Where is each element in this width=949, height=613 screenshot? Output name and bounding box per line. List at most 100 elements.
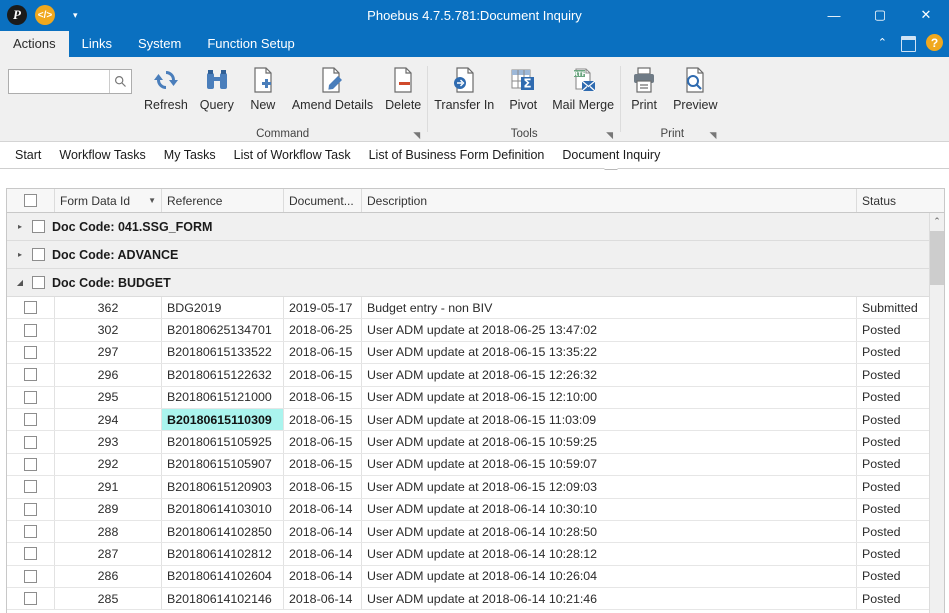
group-select-checkbox[interactable] (32, 248, 45, 261)
cell-description[interactable]: User ADM update at 2018-06-15 12:10:00 (362, 386, 857, 408)
cell-document-date[interactable]: 2018-06-15 (284, 408, 362, 431)
cell-description[interactable]: User ADM update at 2018-06-14 10:26:04 (362, 565, 857, 588)
row-select-cell[interactable] (7, 341, 55, 364)
select-all-header[interactable] (7, 189, 55, 212)
cell-form-data-id[interactable]: 294 (55, 408, 162, 431)
grid-group-row[interactable]: ▸ Doc Code: ADVANCE (7, 241, 944, 269)
cell-form-data-id[interactable]: 295 (55, 386, 162, 408)
column-header-document-date[interactable]: Document... (284, 189, 362, 212)
table-row[interactable]: 294 B20180615110309 2018-06-15 User ADM upd… (7, 408, 944, 432)
sort-descending-caret-icon[interactable]: ▼ (142, 196, 156, 205)
cell-reference[interactable]: B20180615120903 (162, 476, 284, 498)
table-row[interactable]: 289 B20180614103010 2018-06-14 User ADM upd… (7, 498, 944, 521)
cell-form-data-id[interactable]: 289 (55, 498, 162, 520)
cell-document-date[interactable]: 2018-06-15 (284, 453, 362, 476)
row-select-checkbox[interactable] (24, 457, 37, 471)
row-select-checkbox[interactable] (24, 480, 37, 494)
transfer-in-button[interactable]: Transfer In (428, 63, 500, 112)
table-row[interactable]: 296 B20180615122632 2018-06-15 User ADM upd… (7, 364, 944, 387)
row-select-checkbox[interactable] (24, 502, 37, 516)
close-button[interactable]: ✕ (903, 0, 949, 30)
table-row[interactable]: 291 B20180615120903 2018-06-15 User ADM upd… (7, 476, 944, 499)
cell-document-date[interactable]: 2018-06-15 (284, 386, 362, 408)
cell-status[interactable]: Posted (857, 409, 929, 430)
cell-form-data-id[interactable]: 293 (55, 431, 162, 453)
row-select-cell[interactable] (7, 453, 55, 476)
print-button[interactable]: Print (621, 63, 667, 112)
ribbon-tab-actions[interactable]: Actions (0, 31, 69, 57)
table-row[interactable]: 286 B20180614102604 2018-06-14 User ADM upd… (7, 565, 944, 589)
tab-list-of-workflow-task[interactable]: List of Workflow Task (225, 142, 360, 168)
table-row[interactable]: 285 B20180614102146 2018-06-14 User ADM upd… (7, 588, 944, 611)
grid-vertical-scrollbar[interactable]: ⌃ (929, 213, 944, 613)
cell-status[interactable]: Posted (857, 588, 929, 609)
expand-group-triangle-icon[interactable]: ▸ (15, 222, 25, 231)
amend-details-button[interactable]: Amend Details (286, 63, 379, 112)
table-row[interactable]: 293 B20180615105925 2018-06-15 User ADM upd… (7, 431, 944, 454)
cell-document-date[interactable]: 2018-06-14 (284, 588, 362, 610)
cell-document-date[interactable]: 2018-06-15 (284, 341, 362, 364)
row-select-checkbox[interactable] (24, 569, 37, 583)
cell-description[interactable]: Budget entry - non BIV (362, 297, 857, 319)
row-select-cell[interactable] (7, 476, 55, 498)
table-row[interactable]: 292 B20180615105907 2018-06-15 User ADM upd… (7, 453, 944, 477)
cell-form-data-id[interactable]: 297 (55, 341, 162, 364)
row-select-cell[interactable] (7, 520, 55, 543)
code-icon[interactable]: </> (35, 5, 55, 25)
cell-description[interactable]: User ADM update at 2018-06-14 10:30:10 (362, 498, 857, 520)
cell-reference[interactable]: B20180614102812 (162, 543, 284, 565)
ribbon-tab-system[interactable]: System (125, 31, 194, 57)
minimize-button[interactable]: — (811, 0, 857, 30)
window-mode-icon[interactable] (899, 36, 916, 52)
cell-status[interactable]: Posted (857, 454, 929, 475)
row-select-cell[interactable] (7, 498, 55, 520)
table-row[interactable]: 287 B20180614102812 2018-06-14 User ADM upd… (7, 543, 944, 566)
cell-description[interactable]: User ADM update at 2018-06-14 10:28:50 (362, 520, 857, 543)
cell-reference[interactable]: B20180625134701 (162, 319, 284, 341)
search-box[interactable] (8, 69, 132, 94)
cell-form-data-id[interactable]: 285 (55, 588, 162, 610)
cell-reference[interactable]: B20180615105907 (162, 453, 284, 476)
column-header-reference[interactable]: Reference (162, 189, 284, 212)
cell-description[interactable]: User ADM update at 2018-06-15 13:35:22 (362, 341, 857, 364)
table-row[interactable]: 297 B20180615133522 2018-06-15 User ADM upd… (7, 341, 944, 365)
cell-reference[interactable]: B20180615122632 (162, 364, 284, 386)
group-select-checkbox[interactable] (32, 276, 45, 289)
select-all-checkbox[interactable] (24, 194, 37, 207)
cell-document-date[interactable]: 2018-06-15 (284, 431, 362, 453)
cell-reference[interactable]: B20180614102146 (162, 588, 284, 610)
group-select-checkbox[interactable] (32, 220, 45, 233)
cell-description[interactable]: User ADM update at 2018-06-15 10:59:25 (362, 431, 857, 453)
column-header-form-data-id[interactable]: Form Data Id ▼ (55, 189, 162, 212)
table-row[interactable]: 295 B20180615121000 2018-06-15 User ADM upd… (7, 386, 944, 409)
search-icon[interactable] (109, 70, 131, 93)
preview-button[interactable]: Preview (667, 63, 723, 112)
row-select-checkbox[interactable] (24, 413, 37, 427)
mail-merge-button[interactable]: RTF Mail Merge (546, 63, 620, 112)
cell-form-data-id[interactable]: 288 (55, 520, 162, 543)
row-select-cell[interactable] (7, 319, 55, 341)
cell-status[interactable]: Posted (857, 476, 929, 497)
tab-workflow-tasks[interactable]: Workflow Tasks (50, 142, 154, 168)
cell-description[interactable]: User ADM update at 2018-06-14 10:28:12 (362, 543, 857, 565)
table-row[interactable]: 302 B20180625134701 2018-06-25 User ADM upd… (7, 319, 944, 342)
cell-form-data-id[interactable]: 286 (55, 565, 162, 588)
cell-description[interactable]: User ADM update at 2018-06-15 12:26:32 (362, 364, 857, 386)
grid-group-row[interactable]: ▸ Doc Code: 041.SSG_FORM (7, 213, 944, 241)
cell-status[interactable]: Posted (857, 499, 929, 520)
tab-document-inquiry[interactable]: Document Inquiry (553, 142, 669, 168)
tab-start[interactable]: Start (6, 142, 50, 168)
cell-status[interactable]: Posted (857, 319, 929, 340)
cell-description[interactable]: User ADM update at 2018-06-14 10:21:46 (362, 588, 857, 610)
table-row[interactable]: 362 BDG2019 2019-05-17 Budget entry - non B… (7, 297, 944, 320)
cell-status[interactable]: Posted (857, 364, 929, 385)
phoebus-logo-icon[interactable]: P (7, 5, 27, 25)
cell-status[interactable]: Posted (857, 431, 929, 452)
row-select-cell[interactable] (7, 386, 55, 408)
row-select-cell[interactable] (7, 408, 55, 431)
cell-document-date[interactable]: 2018-06-15 (284, 476, 362, 498)
cell-status[interactable]: Posted (857, 566, 929, 587)
row-select-cell[interactable] (7, 588, 55, 610)
cell-reference[interactable]: B20180615133522 (162, 341, 284, 364)
cell-description[interactable]: User ADM update at 2018-06-15 12:09:03 (362, 476, 857, 498)
